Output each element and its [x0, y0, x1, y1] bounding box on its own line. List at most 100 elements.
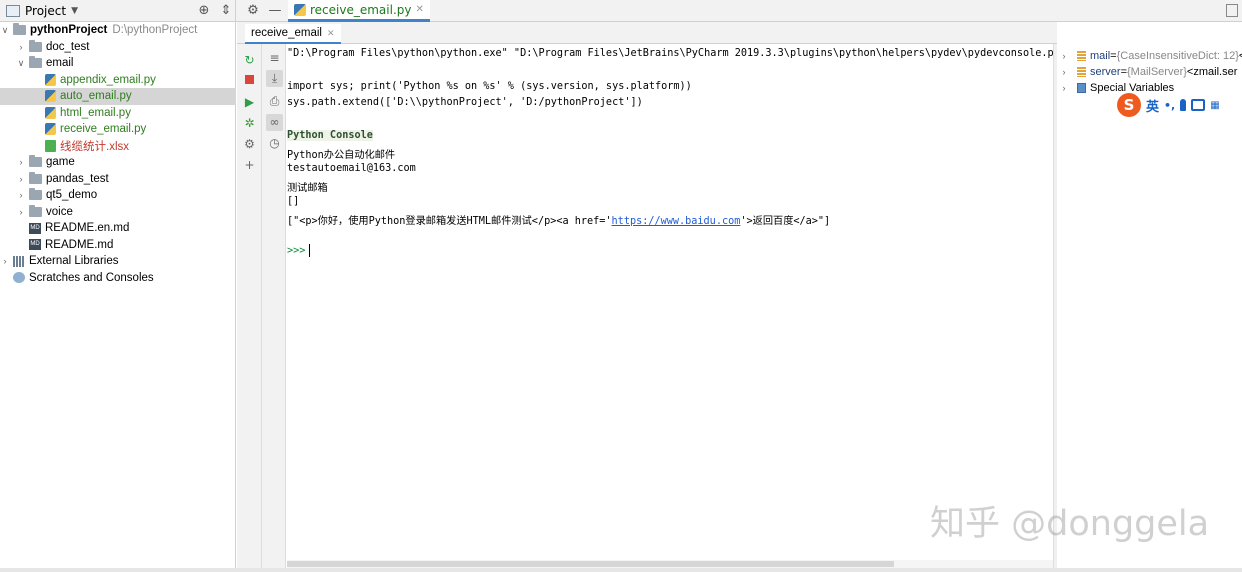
tree-item-pythonproject[interactable]: ∨ pythonProject D:\pythonProject — [0, 22, 236, 39]
variable-name: server — [1090, 66, 1121, 78]
chevron-right-icon[interactable]: › — [1059, 67, 1069, 77]
variable-row-server[interactable]: › server = {MailServer} <zmail.ser — [1057, 64, 1242, 80]
microphone-icon[interactable] — [1180, 99, 1187, 111]
watermark: 知乎 @donggela — [930, 504, 1210, 544]
collapse-all-icon[interactable]: ⇕ — [218, 3, 234, 19]
console-banner: Python Console — [287, 130, 373, 141]
show-variables-icon[interactable]: ∞ — [266, 114, 283, 131]
variable-row-mail[interactable]: › mail = {CaseInsensitiveDict: 12} < — [1057, 48, 1242, 64]
tree-item-label: README.en.md — [45, 222, 130, 235]
scrollbar-thumb[interactable] — [287, 561, 894, 567]
ime-punctuation-toggle[interactable]: •, — [1164, 99, 1175, 112]
chevron-down-icon[interactable]: ∨ — [0, 25, 10, 36]
chevron-right-icon[interactable]: › — [16, 42, 26, 52]
console-output[interactable]: "D:\Program Files\python\python.exe" "D:… — [287, 44, 1078, 560]
tree-item-path: D:\pythonProject — [112, 24, 198, 37]
tree-item-label: README.md — [45, 238, 114, 251]
spreadsheet-file-icon — [45, 139, 56, 152]
debug-icon[interactable]: ✲ — [241, 115, 258, 132]
folder-icon — [29, 171, 42, 184]
minimize-icon[interactable]: — — [267, 3, 283, 19]
tree-item-xlsx[interactable]: 线缆统计.xlsx — [0, 138, 236, 155]
project-tree: ∨ pythonProject D:\pythonProject › doc_t… — [0, 22, 236, 572]
stop-icon[interactable] — [241, 72, 258, 89]
markdown-file-icon: MD — [29, 222, 41, 234]
editor-tab-label: receive_email.py — [310, 2, 412, 17]
print-icon[interactable]: ⎙ — [266, 93, 283, 110]
variables-panel: › mail = {CaseInsensitiveDict: 12} < › s… — [1057, 44, 1242, 572]
console-html-line: ["<p>你好，使用Python登录邮箱发送HTML邮件测试</p><a hre… — [287, 212, 830, 227]
console-line: Python办公自动化邮件 — [287, 150, 396, 161]
tree-item-game[interactable]: › game — [0, 154, 236, 171]
console-line: "D:\Program Files\python\python.exe" "D:… — [287, 48, 1079, 59]
folder-icon — [29, 204, 42, 217]
console-prompt-line[interactable]: >>> — [287, 244, 311, 257]
horizontal-scrollbar[interactable] — [287, 560, 1053, 568]
tree-item-appendix-email[interactable]: appendix_email.py — [0, 72, 236, 89]
history-icon[interactable]: ◷ — [266, 135, 283, 152]
tree-item-external-libraries[interactable]: › External Libraries — [0, 253, 236, 270]
ime-logo-icon[interactable]: S — [1117, 93, 1141, 117]
tree-item-readme-en[interactable]: MD README.en.md — [0, 220, 236, 237]
tree-item-auto-email[interactable]: auto_email.py — [0, 88, 236, 105]
library-icon — [13, 255, 25, 267]
tree-item-voice[interactable]: › voice — [0, 204, 236, 221]
scratches-icon — [13, 272, 25, 284]
tree-item-html-email[interactable]: html_email.py — [0, 105, 236, 122]
variable-type: {CaseInsensitiveDict: 12} — [1116, 50, 1239, 62]
chevron-right-icon[interactable]: › — [0, 256, 10, 266]
console-line: sys.path.extend(['D:\\pythonProject', 'D… — [287, 97, 643, 108]
variable-type: {MailServer} — [1127, 66, 1187, 78]
tree-item-label: External Libraries — [29, 255, 119, 268]
python-file-icon — [45, 73, 56, 86]
tree-item-doc-test[interactable]: › doc_test — [0, 39, 236, 56]
special-variables-icon — [1077, 83, 1086, 93]
tree-item-label: voice — [46, 205, 73, 218]
keyboard-icon[interactable] — [1191, 99, 1206, 111]
chevron-right-icon[interactable]: › — [1059, 83, 1069, 93]
tree-item-label: html_email.py — [60, 106, 131, 119]
console-line: import sys; print('Python %s on %s' % (s… — [287, 81, 692, 92]
chevron-right-icon[interactable]: › — [16, 190, 26, 200]
tree-item-pandas-test[interactable]: › pandas_test — [0, 171, 236, 188]
chevron-right-icon[interactable]: › — [16, 207, 26, 217]
console-view-toolbar: ≡ ⤓ ⎙ ∞ ◷ — [262, 44, 286, 572]
variable-icon — [1077, 67, 1086, 77]
scroll-to-end-icon[interactable]: ⤓ — [266, 70, 283, 87]
tree-item-label: qt5_demo — [46, 189, 98, 202]
ime-toolbar[interactable]: S 英 •, ▦ — [1115, 93, 1242, 117]
tree-item-label: game — [46, 156, 75, 169]
console-link[interactable]: https://www.baidu.com — [612, 216, 741, 227]
add-icon[interactable]: + — [241, 157, 258, 174]
python-file-icon — [45, 123, 56, 136]
chevron-right-icon[interactable]: › — [16, 174, 26, 184]
tree-item-qt5-demo[interactable]: › qt5_demo — [0, 187, 236, 204]
chevron-down-icon[interactable]: ∨ — [16, 58, 26, 69]
folder-icon — [29, 155, 42, 168]
chevron-right-icon[interactable]: › — [16, 157, 26, 167]
gear-icon[interactable]: ⚙ — [245, 3, 261, 19]
rerun-icon[interactable]: ↻ — [241, 52, 258, 69]
folder-icon — [29, 56, 42, 69]
tree-item-email[interactable]: ∨ email — [0, 55, 236, 72]
settings-icon[interactable]: ⚙ — [241, 136, 258, 153]
layout-grid-icon[interactable] — [1226, 4, 1238, 17]
close-icon[interactable]: ✕ — [327, 28, 335, 39]
console-tab-receive-email[interactable]: receive_email ✕ — [245, 24, 341, 44]
close-icon[interactable]: ✕ — [415, 4, 423, 15]
chevron-down-icon[interactable]: ▼ — [71, 6, 78, 16]
tree-item-label: 线缆统计.xlsx — [60, 140, 129, 153]
bottom-edge — [0, 568, 1242, 572]
toolbox-icon[interactable]: ▦ — [1210, 100, 1220, 111]
tree-item-readme[interactable]: MD README.md — [0, 237, 236, 254]
console-prompt: >>> — [287, 245, 306, 257]
tree-item-scratches[interactable]: Scratches and Consoles — [0, 270, 236, 287]
soft-wrap-icon[interactable]: ≡ — [266, 50, 283, 67]
editor-tab-receive-email[interactable]: receive_email.py ✕ — [288, 0, 430, 22]
ime-language-toggle[interactable]: 英 — [1146, 96, 1159, 115]
locate-icon[interactable]: ⊕ — [196, 3, 212, 19]
run-icon[interactable]: ▶ — [241, 94, 258, 111]
tree-item-receive-email[interactable]: receive_email.py — [0, 121, 236, 138]
chevron-right-icon[interactable]: › — [1059, 51, 1069, 61]
console-line: 测试邮箱 — [287, 183, 328, 194]
